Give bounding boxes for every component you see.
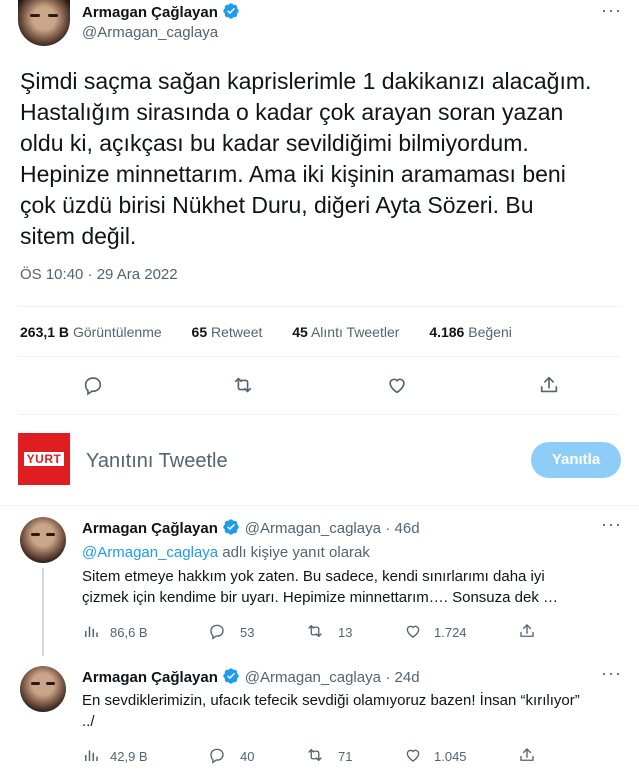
like-count: 1.045 [434,749,467,764]
tweet-text-line: oldu ki, açıkçası bu kadar sevildiğimi b… [20,130,529,156]
reply-icon[interactable] [82,374,104,401]
reply-author-name[interactable]: Armagan Çağlayan [82,520,218,537]
retweet-icon [306,622,324,643]
tweet-text-line: sitem değil. [20,223,137,249]
reply-age[interactable]: · 46d [385,520,419,537]
divider [18,306,621,307]
views-action[interactable]: 42,9 B [82,746,148,767]
tweet-timestamp[interactable]: ÖS 10:40 · 29 Ara 2022 [20,266,178,283]
user-avatar[interactable]: YURT [18,433,70,485]
reply-count: 40 [240,749,255,764]
retweet-icon [306,746,324,767]
divider [18,356,621,357]
retweets-stat[interactable]: 65 Retweet [192,324,267,340]
reply-author-handle[interactable]: @Armagan_caglaya [245,520,381,537]
reply-action[interactable]: 40 [208,746,254,767]
like-action[interactable]: 1.045 [404,746,467,767]
more-options-icon[interactable]: ··· [601,663,622,684]
retweet-count: 71 [338,749,353,764]
quotes-count: 45 [292,324,308,340]
reply-count: 53 [240,625,255,640]
retweets-count: 65 [191,324,208,340]
tweet-text-line: Şimdi saçma sağan kaprislerimle 1 dakika… [20,68,592,94]
reply-author-handle[interactable]: @Armagan_caglaya [245,669,381,686]
verified-badge-icon [222,2,240,25]
views-count: 42,9 B [110,749,148,764]
tweet-stats: 263,1 B Görüntülenme 65 Retweet 45 Alınt… [20,324,630,342]
retweet-icon[interactable] [232,374,254,401]
likes-label: Beğeni [468,324,512,340]
views-icon [82,746,100,767]
yurt-logo-text: YURT [23,452,65,466]
likes-stat[interactable]: 4.186 Beğeni [429,324,512,340]
reply-header: Armagan Çağlayan @Armagan_caglaya · 24d [82,667,420,690]
reply-icon [208,746,226,767]
views-label: Görüntülenme [72,324,162,340]
reply-author-avatar[interactable] [20,666,66,712]
reply-text-line: ../ [82,713,95,730]
reply-author-avatar[interactable] [20,517,66,563]
tweet-text-line: Hepinize minnettarım. Ama iki kişinin ar… [20,161,566,187]
reply-text: En sevdiklerimizin, ufacık tefecik sevdi… [82,690,622,732]
like-icon [404,746,422,767]
views-count: 86,6 B [110,625,148,640]
like-icon [404,622,422,643]
share-action[interactable] [518,746,536,767]
like-action[interactable]: 1.724 [404,622,467,643]
reply-context: @Armagan_caglaya adlı kişiye yanıt olara… [82,542,370,563]
verified-badge-icon [222,518,240,541]
reply-text-line: çizmek için kendime bir uyarı. Hepimize … [82,589,559,606]
author-handle[interactable]: @Armagan_caglaya [82,24,218,41]
divider [18,414,621,415]
like-icon[interactable] [386,374,408,401]
reply-icon [208,622,226,643]
reply-header: Armagan Çağlayan @Armagan_caglaya · 46d [82,518,420,541]
likes-count: 4.186 [429,324,465,340]
share-icon [518,748,536,767]
reply-compose-input[interactable]: Yanıtını Tweetle [86,450,228,473]
share-icon[interactable] [538,374,560,401]
verified-badge-icon [222,667,240,690]
reply-age[interactable]: · 24d [385,669,419,686]
reply-to-suffix: adlı kişiye yanıt olarak [218,544,370,561]
views-count: 263,1 B [20,324,70,340]
retweet-action[interactable]: 71 [306,746,352,767]
tweet-text-line: Hastalığım sirasında o kadar çok arayan … [20,99,564,125]
views-stat[interactable]: 263,1 B Görüntülenme [20,324,166,340]
thread-connector-line [42,568,44,656]
share-action[interactable] [518,622,536,643]
divider [0,505,639,506]
tweet-text-line: çok üzdü birisi Nükhet Duru, diğeri Ayta… [20,192,534,218]
views-action[interactable]: 86,6 B [82,622,148,643]
reply-author-name[interactable]: Armagan Çağlayan [82,669,218,686]
more-options-icon[interactable]: ··· [601,514,622,535]
retweet-action[interactable]: 13 [306,622,352,643]
reply-action[interactable]: 53 [208,622,254,643]
quotes-stat[interactable]: 45 Alıntı Tweetler [292,324,403,340]
retweet-count: 13 [338,625,353,640]
reply-text-line: Sitem etmeye hakkım yok zaten. Bu sadece… [82,568,545,585]
quotes-label: Alıntı Tweetler [310,324,400,340]
like-count: 1.724 [434,625,467,640]
views-icon [82,622,100,643]
retweets-label: Retweet [211,324,263,340]
reply-to-link[interactable]: @Armagan_caglaya [82,544,218,561]
author-header: Armagan Çağlayan [82,2,240,25]
share-icon [518,624,536,643]
reply-text-line: En sevdiklerimizin, ufacık tefecik sevdi… [82,692,580,709]
tweet-text: Şimdi saçma sağan kaprislerimle 1 dakika… [20,66,630,252]
more-options-icon[interactable]: ··· [601,0,622,21]
author-avatar[interactable] [18,0,70,46]
reply-submit-button[interactable]: Yanıtla [531,442,621,478]
reply-text: Sitem etmeye hakkım yok zaten. Bu sadece… [82,566,622,608]
author-name[interactable]: Armagan Çağlayan [82,4,218,21]
